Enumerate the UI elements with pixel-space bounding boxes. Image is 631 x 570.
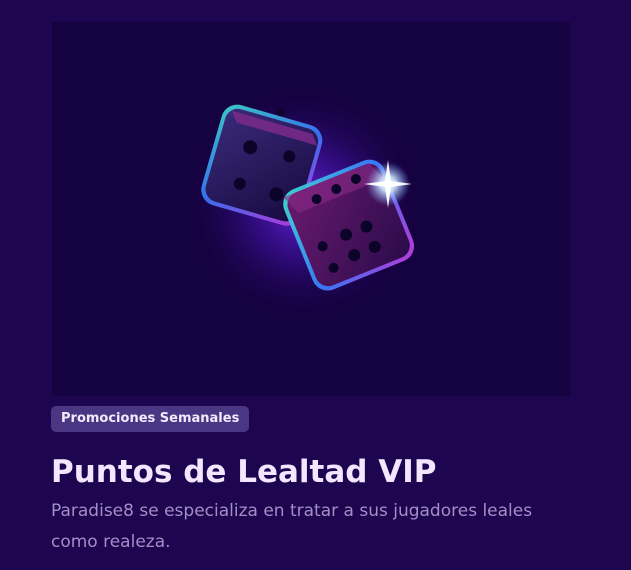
promo-title[interactable]: Puntos de Lealtad VIP <box>51 452 437 492</box>
promo-card[interactable]: Promociones Semanales Puntos de Lealtad … <box>0 0 631 570</box>
dice-icon <box>184 84 424 324</box>
promo-description: Paradise8 se especializa en tratar a sus… <box>51 501 533 552</box>
promo-category-badge: Promociones Semanales <box>51 406 250 432</box>
dice-illustration <box>52 22 570 396</box>
